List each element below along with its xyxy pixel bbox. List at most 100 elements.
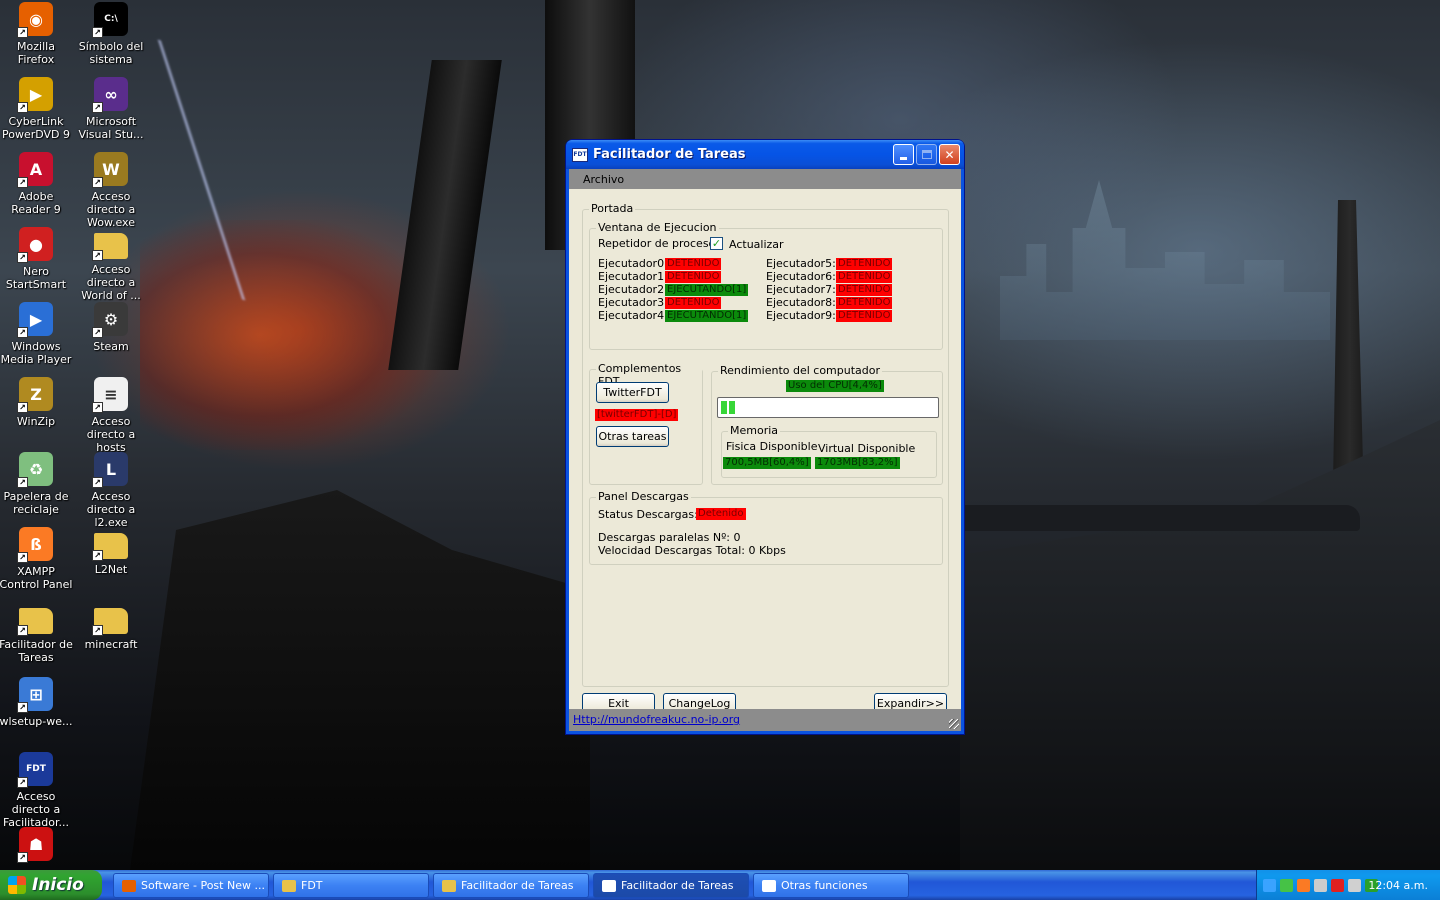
portada-group: Portada Ventana de Ejecucion Repetidor d… [582, 202, 949, 687]
desktop-shortcut[interactable]: A ↗ Adobe Reader 9 [0, 152, 74, 216]
shortcut-arrow-icon: ↗ [17, 252, 28, 263]
shortcut-arrow-icon: ↗ [17, 327, 28, 338]
shortcut-arrow-icon: ↗ [92, 250, 103, 261]
desktop-shortcut[interactable]: ≡ ↗ Acceso directo a hosts [73, 377, 149, 454]
shortcut-arrow-icon: ↗ [17, 777, 28, 788]
memoria-label: Memoria [728, 424, 781, 437]
window-client-area: Portada Ventana de Ejecucion Repetidor d… [569, 189, 961, 714]
folder-icon: ↗ [17, 608, 53, 636]
desktop-shortcut[interactable]: ▶ ↗ CyberLink PowerDVD 9 [0, 77, 74, 141]
wallpaper-city [1000, 180, 1330, 340]
tray-icon[interactable] [1263, 878, 1276, 892]
checkmark-icon: ✓ [711, 237, 722, 250]
desktop-shortcut[interactable]: ∞ ↗ Microsoft Visual Stu... [73, 77, 149, 141]
ejecutador-status-badge: DETENIDO [665, 297, 722, 309]
virtual-label: Virtual Disponible [818, 442, 916, 455]
cpu-usage-badge: Uso del CPU[4,4%] [786, 380, 884, 392]
minimize-button[interactable] [893, 144, 914, 165]
wallpaper-tower [388, 60, 502, 370]
taskbar-app-icon [602, 879, 616, 892]
tray-icon[interactable] [1280, 878, 1293, 892]
folder-icon: ↗ [92, 533, 128, 561]
taskbar-button-label: Otras funciones [781, 879, 868, 892]
desktop-shortcut[interactable]: ↗ Acceso directo a World of ... [73, 227, 149, 302]
desktop-shortcut[interactable]: W ↗ Acceso directo a Wow.exe [73, 152, 149, 229]
twitterfdt-button[interactable]: TwitterFDT [596, 382, 669, 403]
command-prompt-icon: C:\ ↗ [92, 2, 128, 38]
desktop-shortcut-label: Acceso directo a hosts [86, 415, 136, 454]
tray-icon[interactable] [1297, 878, 1310, 892]
ejecutador-name: Ejecutador6: [766, 270, 836, 283]
desktop-shortcut[interactable]: ⚙ ↗ Steam [73, 302, 149, 353]
maximize-icon [921, 150, 932, 159]
desktop-shortcut[interactable]: ☗ ↗ [0, 827, 74, 865]
desktop-shortcut-label: Acceso directo a Facilitador... [2, 790, 70, 829]
website-link[interactable]: Http://mundofreakuc.no-ip.org [573, 713, 740, 726]
adobe-reader-icon: A ↗ [17, 152, 53, 188]
shortcut-arrow-icon: ↗ [17, 402, 28, 413]
title-bar[interactable]: FDT Facilitador de Tareas ✕ [566, 140, 964, 169]
desktop-shortcut[interactable]: ● ↗ Nero StartSmart [0, 227, 74, 291]
taskbar-button[interactable]: FDT [273, 873, 429, 898]
tray-icon[interactable] [1314, 878, 1327, 892]
desktop-shortcut[interactable]: ß ↗ XAMPP Control Panel [0, 527, 74, 591]
actualizar-checkbox[interactable]: ✓ [710, 237, 723, 250]
desktop-shortcut[interactable]: ◉ ↗ Mozilla Firefox [0, 2, 74, 66]
taskbar-button[interactable]: Facilitador de Tareas [593, 873, 749, 898]
desktop-shortcut-label: Adobe Reader 9 [11, 190, 61, 216]
menu-archivo[interactable]: Archivo [583, 173, 624, 186]
fisica-label: Fisica Disponible [726, 440, 818, 453]
desktop-shortcut[interactable]: ↗ minecraft [73, 602, 149, 651]
red-figure-icon: ☗ ↗ [17, 827, 53, 863]
desktop-shortcut[interactable]: C:\ ↗ Símbolo del sistema [73, 2, 149, 66]
folder-icon: ↗ [92, 608, 128, 636]
shortcut-arrow-icon: ↗ [92, 102, 103, 113]
taskbar-app-icon [762, 879, 776, 892]
tray-icon[interactable] [1331, 878, 1344, 892]
fdt-app-icon[interactable]: FDT [572, 147, 588, 162]
desktop-shortcut[interactable]: ↗ L2Net [73, 527, 149, 576]
shortcut-arrow-icon: ↗ [92, 27, 103, 38]
fdt-icon: FDT ↗ [17, 752, 53, 788]
start-label: Inicio [32, 875, 84, 895]
app-window: FDT Facilitador de Tareas ✕ Archivo Port… [566, 140, 964, 734]
ejecutador-status-badge: DETENIDO [836, 258, 893, 270]
wallpaper-bridge [940, 505, 1360, 531]
desktop-shortcut-label: Acceso directo a World of ... [81, 263, 141, 302]
ejecutador-name: Ejecutador1: [598, 270, 668, 283]
taskbar-button[interactable]: Otras funciones [753, 873, 909, 898]
tray-icon[interactable] [1348, 878, 1361, 892]
desktop-shortcut[interactable]: FDT ↗ Acceso directo a Facilitador... [0, 752, 74, 829]
ejecutador-name: Ejecutador0: [598, 257, 668, 270]
desktop-shortcut[interactable]: ⊞ ↗ wlsetup-we... [0, 677, 74, 728]
system-tray: 12:04 a.m. [1256, 870, 1440, 900]
memoria-group: Memoria Fisica Disponible Virtual Dispon… [721, 424, 937, 478]
desktop-shortcut[interactable]: ♻ ↗ Papelera de reciclaje [0, 452, 74, 516]
clock[interactable]: 12:04 a.m. [1368, 879, 1428, 892]
desktop-shortcut[interactable]: Z ↗ WinZip [0, 377, 74, 428]
desktop-shortcut-label: Steam [93, 340, 129, 353]
ejecutador-status-badge: DETENIDO [665, 258, 722, 270]
close-button[interactable]: ✕ [939, 144, 960, 165]
window-title: Facilitador de Tareas [593, 147, 746, 162]
taskbar-button-label: Software - Post New ... [141, 879, 265, 892]
desktop-shortcut[interactable]: ↗ Facilitador de Tareas [0, 602, 74, 664]
desktop-shortcut[interactable]: L ↗ Acceso directo a l2.exe [73, 452, 149, 529]
otras-tareas-button[interactable]: Otras tareas [596, 426, 669, 447]
desktop-shortcut-label: Mozilla Firefox [17, 40, 55, 66]
desktop-shortcut[interactable]: ▶ ↗ Windows Media Player [0, 302, 74, 366]
ejecutador-status-badge: DETENIDO [836, 271, 893, 283]
ejecutador-name: Ejecutador5: [766, 257, 836, 270]
maximize-button[interactable] [916, 144, 937, 165]
shortcut-arrow-icon: ↗ [92, 177, 103, 188]
wallpaper-cliff [130, 490, 590, 870]
resize-grip[interactable] [949, 719, 959, 729]
shortcut-arrow-icon: ↗ [92, 550, 103, 561]
start-button[interactable]: Inicio [0, 870, 102, 900]
folder-icon: ↗ [92, 233, 128, 261]
shortcut-arrow-icon: ↗ [17, 477, 28, 488]
taskbar-button-label: FDT [301, 879, 323, 892]
cpu-progress-bar [717, 397, 939, 418]
taskbar-button[interactable]: Facilitador de Tareas [433, 873, 589, 898]
taskbar-button[interactable]: Software - Post New ... [113, 873, 269, 898]
